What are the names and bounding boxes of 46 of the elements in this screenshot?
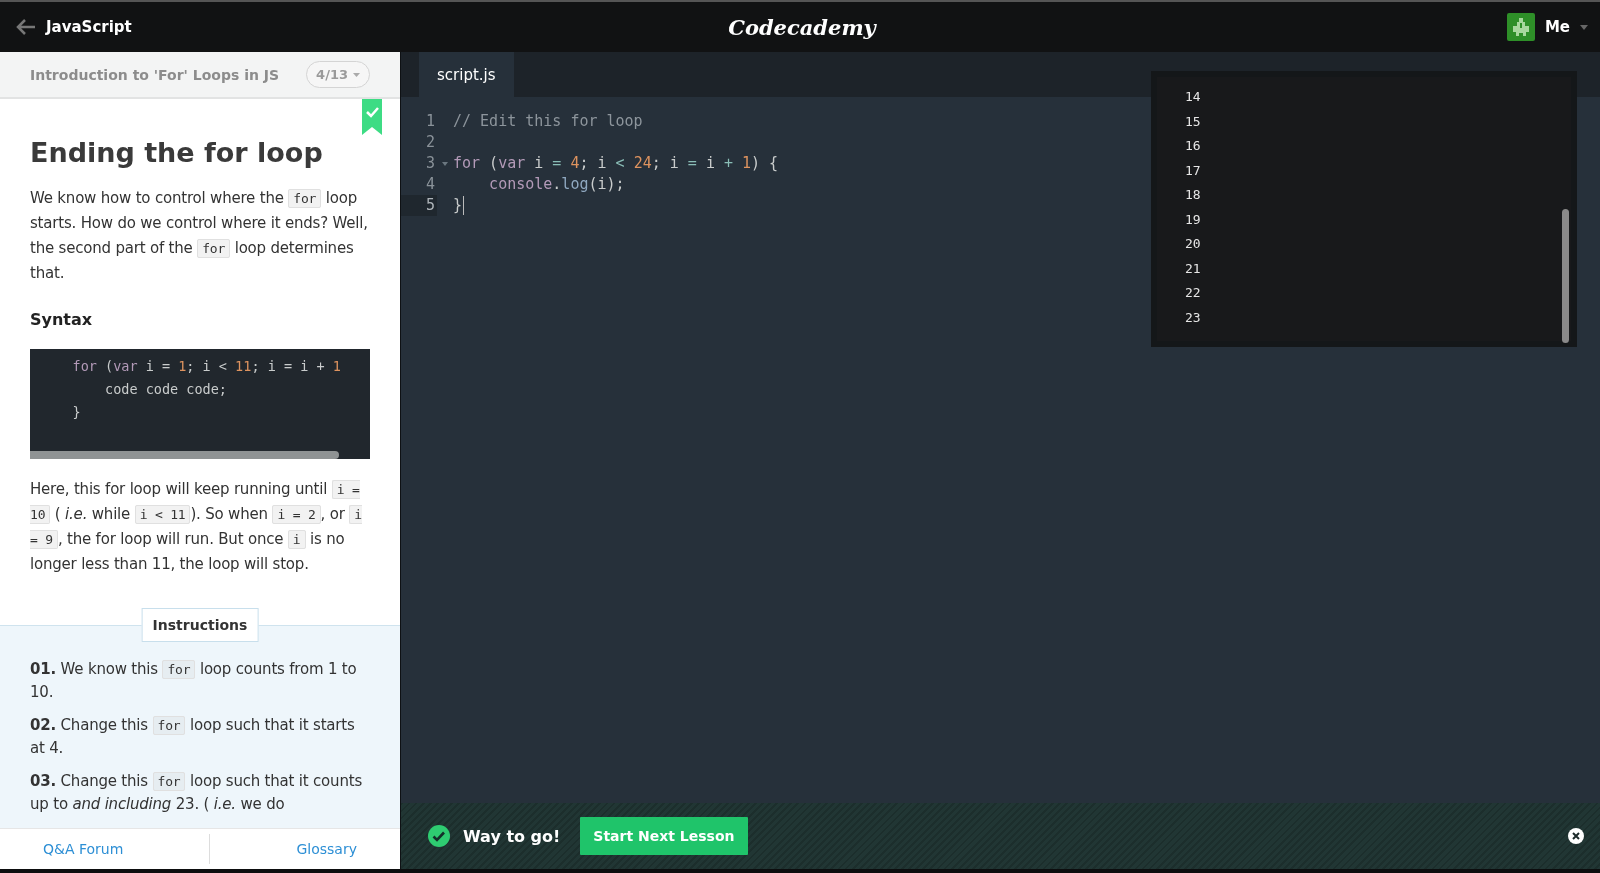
line-number: 2 <box>424 132 436 153</box>
text-cursor <box>463 196 465 215</box>
console-output-line: 14 <box>1185 88 1202 106</box>
code-block: for (var i = 1; i < 11; i = i + 1 code code code; } <box>30 349 370 459</box>
check-circle-icon <box>427 824 451 848</box>
code-editor[interactable]: 1 // Edit this for loop 2 3 for (var i = 4; i < 24; i = i + 1) { 4 console.log(i); 5 } <box>401 97 1101 216</box>
course-link[interactable]: JavaScript <box>46 18 132 36</box>
console-output-line: 21 <box>1185 259 1202 278</box>
caret-icon[interactable] <box>1580 24 1588 30</box>
instruction-item: 03. Change this for loop such that it counts up to and including 23. ( i.e. we do <box>30 771 363 815</box>
fold-icon[interactable] <box>442 161 448 166</box>
file-tab[interactable]: script.js <box>419 52 514 97</box>
back-arrow-icon[interactable] <box>16 19 36 35</box>
success-message: Way to go! <box>463 826 561 846</box>
line-number: 3 <box>424 153 436 174</box>
console-output-line: 19 <box>1185 210 1202 229</box>
footer-link[interactable]: Glossary <box>296 841 357 857</box>
close-icon[interactable] <box>1568 828 1584 844</box>
console-output-line: 23 <box>1185 308 1202 327</box>
intro-paragraph: We know how to control where the for loop starts. How do we control where it ends? Well, the second part of the for loop determines that. <box>30 188 369 284</box>
code-line: for (var i = 4; i < 24; i = i + 1) { <box>453 153 779 174</box>
footer-link[interactable]: Q&A Forum <box>43 841 124 857</box>
syntax-heading: Syntax <box>30 310 94 329</box>
console-output-line: 20 <box>1185 235 1202 253</box>
console-output-line: 18 <box>1185 186 1202 204</box>
instruction-item: 01. We know this for loop counts from 1 to 10. <box>30 659 358 703</box>
console-output-line: 15 <box>1185 112 1202 131</box>
line-number: 4 <box>424 174 436 195</box>
instructions-label: Instructions <box>141 608 259 642</box>
console-output-line: 22 <box>1185 284 1202 302</box>
console-output-line: 16 <box>1185 137 1202 155</box>
line-number: 1 <box>424 111 436 132</box>
explanation-paragraph: Here, this for loop will keep running until i = 10 ( i.e. while i < 11 ). So when i = 2 , or i = 9 , the for loop will run. But once i is no longer less than 11, the loop will stop. <box>30 479 363 575</box>
code-line: // Edit this for loop <box>453 111 643 132</box>
user-menu[interactable]: Me <box>1544 18 1570 36</box>
code-line: console.log(i); <box>488 174 625 195</box>
logo[interactable]: Codecademy <box>728 14 876 40</box>
scrollbar-thumb[interactable] <box>1562 209 1569 343</box>
exercise-title: Ending the for loop <box>30 137 324 168</box>
code-line: } <box>453 195 463 216</box>
instruction-item: 02. Change this for loop such that it starts at 4. <box>30 715 356 759</box>
console-output-line: 17 <box>1185 161 1202 180</box>
lesson-title: Introduction to 'For' Loops in JS <box>30 66 280 83</box>
line-number: 5 <box>401 195 437 216</box>
caret-icon <box>353 72 360 77</box>
avatar-icon[interactable] <box>1506 13 1535 41</box>
